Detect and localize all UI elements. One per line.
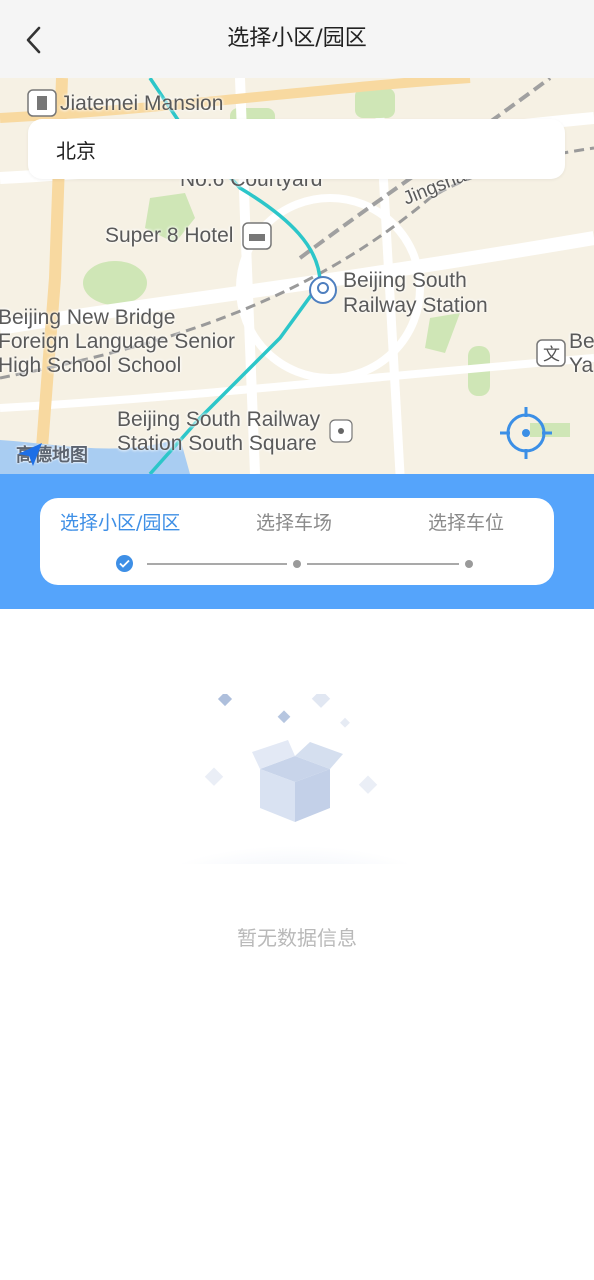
step-dot — [293, 560, 301, 568]
check-icon — [119, 559, 130, 568]
map-label-square: Beijing South Railway Station South Squa… — [117, 408, 321, 455]
step-select-parking-lot[interactable]: 选择车场 — [256, 508, 332, 535]
empty-state-text: 暂无数据信息 — [237, 926, 357, 950]
empty-state: 暂无数据信息 — [0, 609, 594, 1280]
empty-box-icon — [170, 694, 420, 864]
step-dot — [465, 560, 473, 568]
map-label-school: Beijing New Bridge Foreign Language Seni… — [0, 306, 236, 377]
map-label-super8: Super 8 Hotel — [105, 224, 234, 247]
step-check-icon — [116, 555, 133, 572]
step-select-parking-space[interactable]: 选择车位 — [428, 508, 504, 535]
page-title: 选择小区/园区 — [227, 26, 367, 51]
map-label-station: Beijing South Railway Station — [343, 269, 488, 317]
locate-button[interactable] — [498, 405, 554, 461]
steps-card: 选择小区/园区 选择车场 选择车位 — [40, 498, 554, 585]
top-nav-bar: 选择小区/园区 — [0, 0, 594, 78]
map-label-jiatemei: Jiatemei Mansion — [60, 92, 224, 115]
city-search-input[interactable] — [54, 136, 538, 162]
step-select-community[interactable]: 选择小区/园区 — [60, 508, 180, 535]
step-connector — [307, 563, 459, 565]
step-connector — [147, 563, 287, 565]
amap-arrow-icon — [18, 443, 42, 466]
search-box[interactable] — [28, 119, 565, 179]
map-label-right-edge: Be Ya — [569, 330, 594, 377]
map-provider-logo: 高德地图 — [16, 440, 88, 468]
crosshair-icon — [500, 407, 552, 459]
svg-text:文: 文 — [543, 345, 560, 365]
